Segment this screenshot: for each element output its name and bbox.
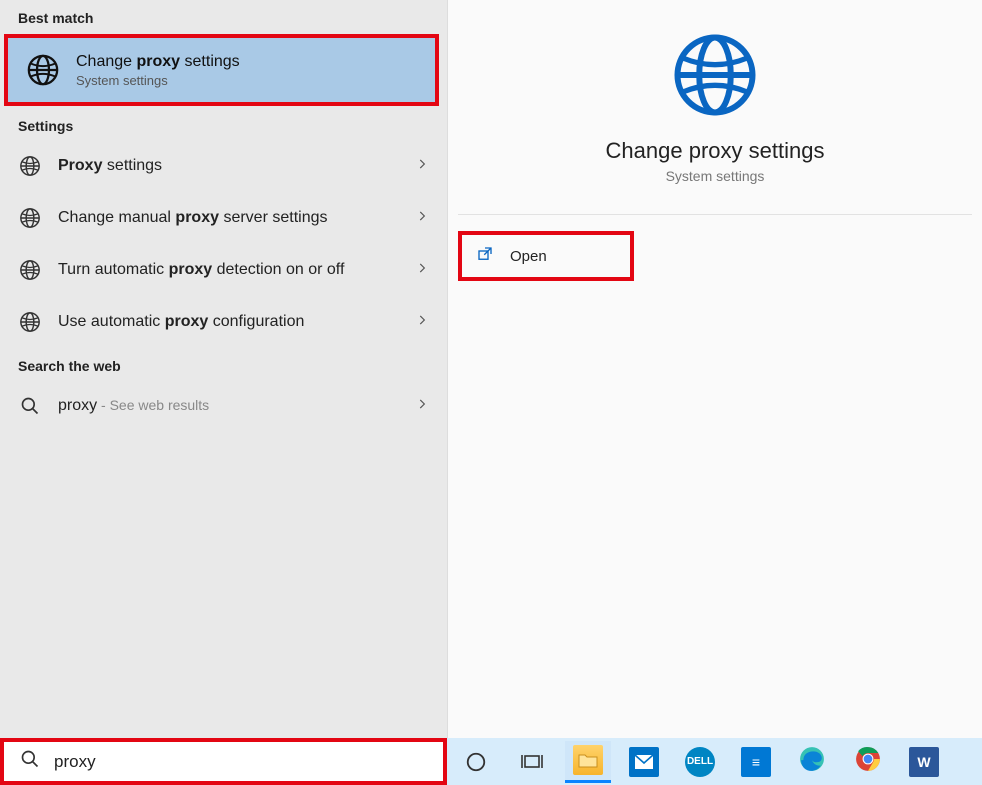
search-icon <box>18 394 42 418</box>
open-label: Open <box>510 248 547 265</box>
web-search-suffix: - See web results <box>97 397 209 413</box>
word-icon: W <box>909 747 939 777</box>
dell-icon: DELL <box>685 747 715 777</box>
search-icon <box>20 749 40 774</box>
bm-title-bold: proxy <box>137 53 181 70</box>
search-input[interactable] <box>54 752 427 772</box>
globe-icon <box>18 310 42 334</box>
preview-pane: Change proxy settings System settings Op… <box>447 0 982 738</box>
cortana-button[interactable] <box>453 741 499 783</box>
best-match-text: Change proxy settings System settings <box>76 53 240 88</box>
preview-subtitle: System settings <box>448 168 982 184</box>
task-view-icon <box>520 752 544 772</box>
task-view-button[interactable] <box>509 741 555 783</box>
bm-title-pre: Change <box>76 53 137 70</box>
bm-title-post: settings <box>180 53 240 70</box>
settings-result-auto-config[interactable]: Use automatic proxy configuration <box>0 296 447 348</box>
edge-icon <box>799 746 825 777</box>
bm-subtitle: System settings <box>76 73 240 88</box>
section-settings: Settings <box>0 108 447 140</box>
dell-app-button[interactable]: DELL <box>677 741 723 783</box>
mail-button[interactable] <box>621 741 667 783</box>
cortana-circle-icon <box>465 751 487 773</box>
section-search-web: Search the web <box>0 348 447 380</box>
settings-result-proxy-settings[interactable]: Proxy settings <box>0 140 447 192</box>
chevron-right-icon <box>415 209 429 228</box>
results-column: Best match Change proxy settings System … <box>0 0 447 738</box>
taskbar-apps: DELL ≡ W <box>447 738 982 785</box>
globe-icon <box>18 206 42 230</box>
file-explorer-button[interactable] <box>565 741 611 783</box>
settings-result-auto-detect[interactable]: Turn automatic proxy detection on or off <box>0 244 447 296</box>
chrome-icon <box>855 746 881 777</box>
chrome-button[interactable] <box>845 741 891 783</box>
best-match-result[interactable]: Change proxy settings System settings <box>4 34 439 106</box>
globe-icon <box>18 154 42 178</box>
open-button[interactable]: Open <box>458 231 634 281</box>
file-explorer-icon <box>573 745 603 775</box>
section-best-match: Best match <box>0 0 447 32</box>
taskbar: DELL ≡ W <box>0 738 982 785</box>
preview-title: Change proxy settings <box>448 138 982 164</box>
web-search-result[interactable]: proxy - See web results <box>0 380 447 432</box>
settings-result-manual-proxy[interactable]: Change manual proxy server settings <box>0 192 447 244</box>
mail-icon <box>629 747 659 777</box>
globe-icon <box>26 53 60 87</box>
globe-icon <box>18 258 42 282</box>
word-button[interactable]: W <box>901 741 947 783</box>
start-search-panel: Best match Change proxy settings System … <box>0 0 982 738</box>
chevron-right-icon <box>415 397 429 416</box>
taskbar-search-box[interactable] <box>0 738 447 785</box>
web-search-term: proxy <box>58 397 97 414</box>
edge-button[interactable] <box>789 741 835 783</box>
app-tile-button[interactable]: ≡ <box>733 741 779 783</box>
divider <box>458 214 972 215</box>
open-external-icon <box>476 245 494 267</box>
chevron-right-icon <box>415 313 429 332</box>
word-2019-icon: ≡ <box>741 747 771 777</box>
globe-icon <box>670 30 760 120</box>
chevron-right-icon <box>415 157 429 176</box>
chevron-right-icon <box>415 261 429 280</box>
